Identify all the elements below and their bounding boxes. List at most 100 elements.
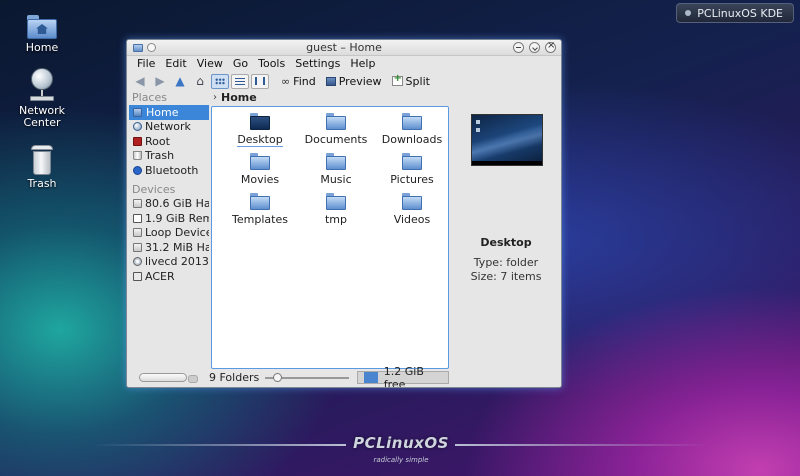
preview-icon (325, 76, 336, 86)
network-globe-icon (28, 68, 56, 102)
preview-label: Preview (338, 74, 382, 88)
file-item-desktop[interactable]: Desktop (222, 113, 298, 153)
places-item-network[interactable]: Network (129, 120, 209, 135)
file-item-documents[interactable]: Documents (298, 113, 374, 153)
split-label: Split (405, 74, 430, 88)
icons-view-button[interactable] (211, 73, 229, 89)
device-item[interactable]: Loop Device (129, 226, 209, 241)
places-scrollbar[interactable] (139, 373, 198, 383)
status-bar: 9 Folders 1.2 GiB free (127, 365, 561, 387)
places-item-bluetooth[interactable]: Bluetooth (129, 163, 209, 178)
file-item-templates[interactable]: Templates (222, 193, 298, 233)
menu-edit[interactable]: Edit (160, 56, 191, 72)
window-title: guest – Home (306, 41, 382, 54)
title-bar[interactable]: guest – Home (127, 40, 561, 56)
menu-go[interactable]: Go (228, 56, 253, 72)
home-folder-icon (27, 15, 57, 39)
split-button[interactable]: Split (388, 73, 434, 88)
trash-icon (133, 151, 142, 161)
places-panel: Places Home Network Root Trash Bluetooth… (129, 90, 209, 370)
app-folder-icon (133, 43, 143, 52)
details-view-button[interactable] (231, 73, 249, 89)
devices-header: Devices (132, 182, 176, 196)
network-icon (133, 122, 142, 132)
menu-tools[interactable]: Tools (253, 56, 290, 72)
file-item-tmp[interactable]: tmp (298, 193, 374, 233)
device-label: livecd 20131 (145, 255, 209, 269)
file-label: Videos (393, 213, 431, 226)
folder-icon (326, 153, 346, 170)
folder-icon (326, 193, 346, 210)
file-item-downloads[interactable]: Downloads (374, 113, 450, 153)
columns-view-button[interactable] (251, 73, 269, 89)
minimize-button[interactable] (513, 42, 524, 53)
places-item-label: Network (145, 120, 191, 134)
bluetooth-icon (133, 165, 142, 175)
breadcrumb[interactable]: › Home (213, 90, 257, 105)
file-view[interactable]: Desktop Documents Downloads Movies Music… (211, 106, 449, 369)
file-label: Downloads (381, 133, 443, 146)
file-label: tmp (324, 213, 347, 226)
file-item-movies[interactable]: Movies (222, 153, 298, 193)
places-item-home[interactable]: Home (129, 105, 209, 120)
brand-logo-text: PCLinuxOS (353, 434, 449, 452)
file-label: Documents (304, 133, 368, 146)
back-arrow-icon[interactable]: ◀ (131, 73, 149, 89)
menu-help[interactable]: Help (345, 56, 380, 72)
maximize-button[interactable] (529, 42, 540, 53)
zoom-slider[interactable] (265, 373, 349, 382)
find-label: Find (293, 74, 316, 88)
device-label: 80.6 GiB Hard (145, 197, 209, 211)
file-item-pictures[interactable]: Pictures (374, 153, 450, 193)
menu-file[interactable]: File (132, 56, 160, 72)
device-item[interactable]: 80.6 GiB Hard (129, 197, 209, 212)
places-item-root[interactable]: Root (129, 134, 209, 149)
details-view-icon (235, 77, 245, 85)
file-item-videos[interactable]: Videos (374, 193, 450, 233)
zoom-slider-handle[interactable] (273, 373, 282, 382)
find-button[interactable]: ∞ Find (277, 75, 320, 88)
home-icon[interactable]: ⌂ (191, 73, 209, 89)
up-arrow-icon[interactable]: ▲ (171, 73, 189, 89)
panel-badge[interactable]: PCLinuxOS KDE (676, 3, 794, 23)
folder-icon (402, 153, 422, 170)
places-item-label: Bluetooth (145, 163, 199, 177)
file-label: Pictures (390, 173, 434, 186)
device-item[interactable]: ACER (129, 269, 209, 284)
information-panel: Desktop Type: folder Size: 7 items (453, 90, 559, 370)
forward-arrow-icon[interactable]: ▶ (151, 73, 169, 89)
menu-settings[interactable]: Settings (290, 56, 345, 72)
folder-icon (402, 113, 422, 130)
root-folder-icon (133, 136, 142, 146)
info-size: Size: 7 items (470, 270, 542, 283)
desktop-folder-icon (250, 113, 270, 130)
places-item-trash[interactable]: Trash (129, 149, 209, 164)
close-button[interactable] (545, 40, 556, 53)
folder-icon (250, 193, 270, 210)
free-space-indicator: 1.2 GiB free (357, 365, 449, 387)
device-item[interactable]: 1.9 GiB Remo (129, 211, 209, 226)
panel-dot-icon (685, 10, 692, 16)
laptop-drive-icon (133, 271, 142, 281)
binoculars-icon: ∞ (281, 74, 291, 88)
breadcrumb-current[interactable]: Home (221, 91, 257, 104)
split-icon (391, 73, 403, 86)
device-item[interactable]: livecd 20131 (129, 255, 209, 270)
info-name: Desktop (480, 236, 532, 249)
desktop-icon-network-center[interactable]: Network Center (7, 68, 77, 129)
folder-icon (402, 193, 422, 210)
desktop-icon-trash[interactable]: Trash (7, 145, 77, 190)
hard-drive-icon (133, 199, 142, 209)
removable-drive-icon (133, 213, 142, 223)
brand-divider-left (92, 444, 346, 446)
pin-icon[interactable] (147, 43, 156, 52)
preview-button[interactable]: Preview (322, 75, 386, 88)
file-manager-window: guest – Home File Edit View Go Tools Set… (126, 39, 562, 388)
file-item-music[interactable]: Music (298, 153, 374, 193)
icons-view-icon (215, 77, 225, 85)
device-item[interactable]: 31.2 MiB Hard (129, 240, 209, 255)
home-icon (133, 107, 142, 117)
menu-view[interactable]: View (192, 56, 228, 72)
desktop-icon-home[interactable]: Home (7, 15, 77, 54)
places-item-label: Trash (145, 149, 175, 163)
